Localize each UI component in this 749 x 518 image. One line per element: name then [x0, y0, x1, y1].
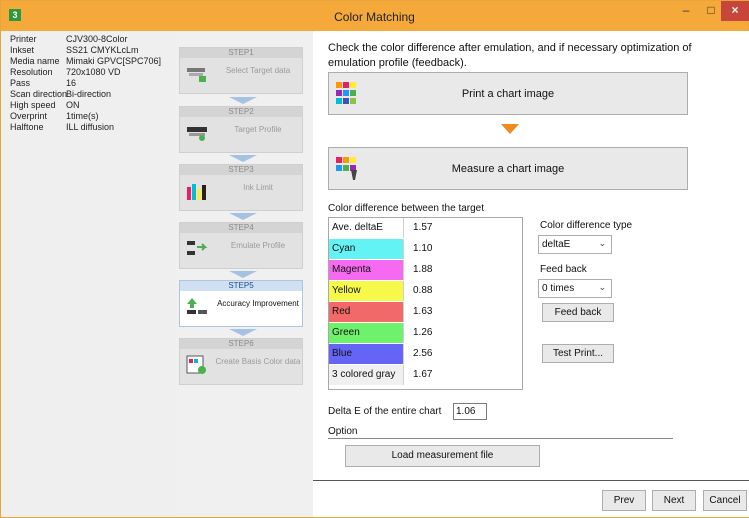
feedback-count-value: 0 times [542, 283, 575, 294]
step-3[interactable]: STEP3 Ink Limit [179, 164, 303, 211]
accuracy-improvement-icon [187, 298, 207, 314]
info-row-overprint: Overprint 1time(s) [10, 111, 99, 121]
step-arrow-icon [229, 97, 257, 104]
info-row-media: Media name Mimaki GPVC[SPC706] [10, 56, 162, 66]
step-6-label: Create Basis Color data [215, 357, 301, 366]
table-row: Blue 2.56 [329, 344, 522, 365]
steps-panel: STEP1 Select Target data STEP2 Target Pr… [176, 31, 313, 517]
feedback-count-select[interactable]: 0 times ⌄ [538, 279, 612, 298]
row-name: Green [329, 323, 404, 343]
delta-entire-label: Delta E of the entire chart [328, 406, 442, 417]
load-measurement-button[interactable]: Load measurement file [345, 445, 540, 467]
row-value: 1.63 [413, 306, 433, 317]
table-row: Cyan 1.10 [329, 239, 522, 260]
row-name: Blue [329, 344, 404, 364]
table-row: Yellow 0.88 [329, 281, 522, 302]
row-name: Yellow [329, 281, 404, 301]
row-name: Red [329, 302, 404, 322]
info-row-high-speed: High speed ON [10, 100, 80, 110]
color-matching-window: 3 Color Matching – □ × Printer CJV300-8Co… [0, 0, 749, 518]
step-1-label: Select Target data [225, 66, 291, 75]
print-chart-button[interactable]: Print a chart image [328, 72, 688, 115]
table-row: Magenta 1.88 [329, 260, 522, 281]
row-value: 0.88 [413, 285, 433, 296]
row-name: Cyan [329, 239, 404, 259]
row-value: 1.88 [413, 264, 433, 275]
row-value: 1.10 [413, 243, 433, 254]
cancel-button[interactable]: Cancel [703, 490, 747, 511]
table-row: 3 colored gray 1.67 [329, 365, 522, 386]
table-row: Green 1.26 [329, 323, 522, 344]
info-row-halftone: Halftone ILL diffusion [10, 122, 115, 132]
info-row-inkset: Inkset SS21 CMYKLcLm [10, 45, 139, 55]
row-name: 3 colored gray [329, 365, 404, 385]
step-2[interactable]: STEP2 Target Profile [179, 106, 303, 153]
step-arrow-icon [229, 329, 257, 336]
step-3-label: Ink Limit [243, 183, 273, 192]
step-1-header: STEP1 [180, 48, 302, 58]
feedback-button[interactable]: Feed back [542, 303, 614, 322]
step-5-label: Accuracy Improvement [217, 299, 299, 308]
prev-button[interactable]: Prev [602, 490, 646, 511]
option-label: Option [328, 426, 358, 437]
minimize-icon[interactable]: – [673, 1, 699, 21]
measure-chart-label: Measure a chart image [451, 163, 565, 175]
step-4-label: Emulate Profile [230, 241, 286, 250]
diff-type-value: deltaE [542, 239, 571, 250]
printer-profile-icon [187, 127, 207, 141]
row-value: 2.56 [413, 348, 433, 359]
row-value: 1.67 [413, 369, 433, 380]
step-6-header: STEP6 [180, 339, 302, 349]
step-4[interactable]: STEP4 Emulate Profile [179, 222, 303, 269]
test-print-button[interactable]: Test Print... [542, 344, 614, 363]
chevron-down-icon: ⌄ [598, 282, 606, 292]
feedback-label: Feed back [540, 264, 587, 275]
delta-entire-field[interactable]: 1.06 [453, 403, 487, 420]
step-5[interactable]: STEP5 Accuracy Improvement [179, 280, 303, 327]
diff-type-select[interactable]: deltaE ⌄ [538, 235, 612, 254]
print-chart-label: Print a chart image [461, 88, 555, 100]
emulate-profile-icon [187, 241, 208, 255]
row-name: Magenta [329, 260, 404, 280]
row-name: Ave. deltaE [329, 218, 404, 238]
instruction-text: Check the color difference after emulati… [328, 42, 692, 69]
main-panel: Check the color difference after emulati… [313, 31, 749, 517]
footer-divider [313, 480, 749, 481]
step-1[interactable]: STEP1 Select Target data [179, 47, 303, 94]
basis-color-data-icon [186, 355, 206, 374]
step-3-header: STEP3 [180, 165, 302, 175]
row-value: 1.57 [413, 222, 433, 233]
info-row-pass: Pass 16 [10, 78, 77, 88]
title-bar: 3 Color Matching – □ × [1, 1, 749, 31]
ink-limit-icon [187, 184, 206, 200]
step-4-header: STEP4 [180, 223, 302, 233]
step-arrow-icon [229, 213, 257, 220]
printer-target-icon [187, 68, 206, 82]
next-button[interactable]: Next [652, 490, 696, 511]
info-row-resolution: Resolution 720x1080 VD [10, 67, 121, 77]
step-arrow-icon [229, 155, 257, 162]
step-arrow-icon [229, 271, 257, 278]
step-2-header: STEP2 [180, 107, 302, 117]
step-6[interactable]: STEP6 Create Basis Color data [179, 338, 303, 385]
chevron-down-icon: ⌄ [598, 238, 606, 248]
table-row: Red 1.63 [329, 302, 522, 323]
printer-info-panel: Printer CJV300-8Color Inkset SS21 CMYKLcLm… [1, 31, 176, 517]
row-value: 1.26 [413, 327, 433, 338]
color-diff-table: Ave. deltaE 1.57 Cyan 1.10 Magenta 1.88 … [328, 217, 523, 390]
window-title: Color Matching [334, 10, 415, 24]
step-5-header: STEP5 [180, 281, 302, 291]
info-row-printer: Printer CJV300-8Color [10, 34, 128, 44]
step-2-label: Target Profile [234, 125, 282, 134]
table-row: Ave. deltaE 1.57 [329, 218, 522, 239]
color-diff-label: Color difference between the target [328, 203, 485, 214]
diff-type-label: Color difference type [540, 220, 633, 231]
close-icon[interactable]: × [721, 1, 749, 21]
down-arrow-icon [501, 124, 519, 134]
measure-chart-button[interactable]: Measure a chart image [328, 147, 688, 190]
info-row-scan-direction: Scan directionBi-direction [10, 89, 112, 99]
option-divider [328, 438, 673, 439]
